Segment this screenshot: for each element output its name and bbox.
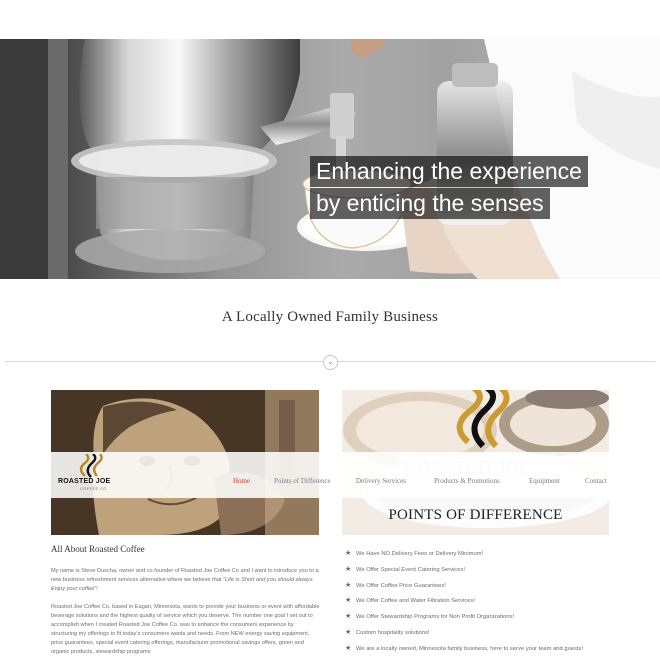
difference-text: We Offer Coffee Price Guarantees! bbox=[356, 582, 446, 589]
list-item: ★ We Offer Coffee Price Guarantees! bbox=[345, 580, 620, 596]
difference-text: We Offer Coffee and Water Filtration Ser… bbox=[356, 598, 475, 605]
about-title: All About Roasted Coffee bbox=[51, 544, 145, 554]
nav-equipment-link[interactable]: Equipment bbox=[529, 477, 560, 485]
about-paragraph-1-text-b: "! bbox=[94, 586, 98, 592]
chevron-down-icon[interactable]: ⌄ bbox=[323, 355, 338, 370]
nav-contact-link[interactable]: Contact bbox=[585, 477, 607, 485]
roasted-joe-logo[interactable]: ROASTED JOE COFFEE CO bbox=[57, 453, 129, 494]
page: Enhancing the experience by enticing the… bbox=[0, 0, 660, 660]
star-icon: ★ bbox=[345, 550, 352, 557]
difference-text: We are a locally owned, Minnesota family… bbox=[356, 645, 584, 652]
star-icon: ★ bbox=[345, 628, 352, 636]
about-paragraph-2: Roasted Joe Coffee Co. based in Eagan, M… bbox=[51, 604, 320, 655]
nav-home-link[interactable]: Home bbox=[233, 477, 250, 485]
about-body: My name is Steve Duscha, owner and co fo… bbox=[51, 567, 321, 660]
star-icon: ★ bbox=[345, 644, 352, 652]
list-item: ★ We Offer Coffee and Water Filtration Se… bbox=[345, 595, 620, 611]
hero-headline-line-1: Enhancing the experience bbox=[310, 156, 588, 187]
list-item: ★ We Offer Special Event Catering Service… bbox=[345, 564, 620, 580]
difference-text: Custom hospitality solutions! bbox=[356, 629, 430, 636]
list-item: ★ We Have NO Delivery Fees or Delivery Mi… bbox=[345, 548, 620, 564]
difference-text: We Offer Stewardship Programs for Non Pr… bbox=[356, 614, 514, 621]
list-item: ★ We are a locally owned, Minnesota famil… bbox=[345, 643, 620, 659]
nav-points-of-difference-link[interactable]: Points of Difference bbox=[274, 477, 331, 485]
hero-headline-line-2: by enticing the senses bbox=[310, 188, 550, 219]
logo-brand-name: ROASTED JOE bbox=[58, 478, 111, 485]
points-of-difference-list: ★ We Have NO Delivery Fees or Delivery Mi… bbox=[345, 548, 620, 659]
coffee-steam-logo-icon bbox=[79, 453, 103, 478]
points-of-difference-title: POINTS OF DIFFERENCE bbox=[388, 507, 563, 523]
list-item: ★ Custom hospitality solutions! bbox=[345, 627, 620, 643]
nav-products-promotions-link[interactable]: Products & Promotions bbox=[434, 477, 500, 485]
difference-text: We Offer Special Event Catering Services… bbox=[356, 566, 466, 573]
star-icon: ★ bbox=[345, 581, 352, 589]
main-navigation: ROASTED JOE COFFEE CO Home Points of Dif… bbox=[51, 452, 609, 498]
nav-delivery-services-link[interactable]: Delivery Services bbox=[356, 477, 406, 485]
difference-text: We Have NO Delivery Fees or Delivery Min… bbox=[356, 551, 484, 557]
section-title: A Locally Owned Family Business bbox=[221, 309, 439, 325]
list-item: ★ We Offer Stewardship Programs for Non P… bbox=[345, 611, 620, 627]
hero-caption: Enhancing the experience by enticing the… bbox=[310, 156, 588, 220]
hero-banner: Enhancing the experience by enticing the… bbox=[0, 39, 660, 279]
about-paragraph-1: My name is Steve Duscha, owner and co fo… bbox=[51, 567, 321, 594]
star-icon: ★ bbox=[345, 597, 352, 605]
star-icon: ★ bbox=[345, 565, 352, 573]
logo-subtitle: COFFEE CO bbox=[80, 486, 107, 491]
star-icon: ★ bbox=[345, 613, 352, 621]
